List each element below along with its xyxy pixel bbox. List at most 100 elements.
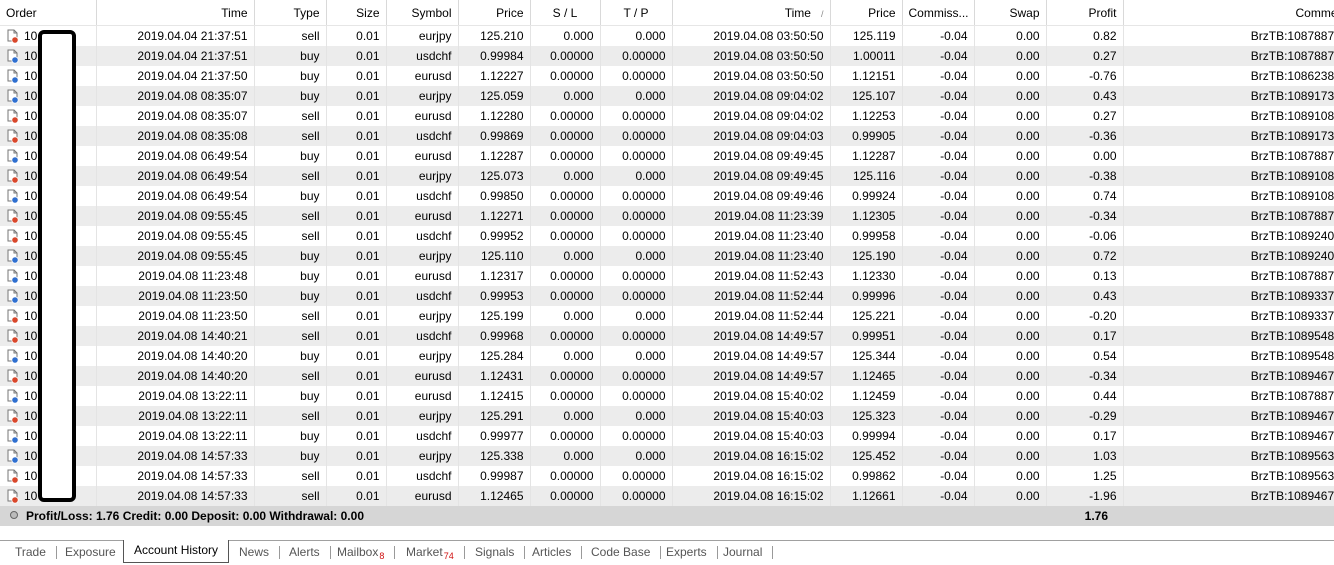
tab-alerts[interactable]: Alerts <box>279 544 331 562</box>
table-row[interactable]: 10 2019.04.08 14:40:21 sell 0.01 usdchf 0.999… <box>0 326 1334 346</box>
cell-profit: -0.38 <box>1046 166 1124 186</box>
cell-type: buy <box>254 446 327 466</box>
table-row[interactable]: 10 2019.04.08 14:40:20 buy 0.01 eurjpy 125.28… <box>0 346 1334 366</box>
cell-commission: -0.04 <box>902 266 975 286</box>
table-row[interactable]: 10 2019.04.08 14:57:33 sell 0.01 eurusd 1.124… <box>0 486 1334 506</box>
cell-take-profit: 0.00000 <box>600 186 673 206</box>
buy-order-icon <box>7 429 19 444</box>
cell-take-profit: 0.000 <box>600 446 673 466</box>
table-row[interactable]: 10 2019.04.08 14:57:33 sell 0.01 usdchf 0.999… <box>0 466 1334 486</box>
cell-open-time: 2019.04.08 14:40:20 <box>96 346 255 366</box>
order-number: 10 <box>24 349 38 364</box>
cell-close-time: 2019.04.08 03:50:50 <box>672 46 831 66</box>
tab-exposure[interactable]: Exposure <box>55 544 126 562</box>
cell-commission: -0.04 <box>902 406 975 426</box>
cell-swap: 0.00 <box>974 166 1047 186</box>
sell-order-icon <box>7 329 19 344</box>
cell-stop-loss: 0.00000 <box>530 266 601 286</box>
sell-order-icon <box>7 229 19 244</box>
cell-take-profit: 0.00000 <box>600 106 673 126</box>
cell-profit: 1.03 <box>1046 446 1124 466</box>
column-header-commission[interactable]: Commiss... <box>902 0 975 26</box>
cell-type: sell <box>254 25 327 46</box>
column-header-symbol[interactable]: Symbol <box>386 0 459 26</box>
summary-collapse-icon[interactable] <box>10 511 18 519</box>
table-row[interactable]: 10 2019.04.08 09:55:45 sell 0.01 usdchf 0.999… <box>0 226 1334 246</box>
tab-market[interactable]: Market74 <box>396 544 465 562</box>
cell-comment: BrzTB:108910853 <box>1123 166 1334 186</box>
tab-label: Account History <box>134 543 219 557</box>
cell-symbol: eurusd <box>386 106 459 126</box>
sell-order-icon <box>7 469 19 484</box>
column-header-open-time[interactable]: Time <box>96 0 255 26</box>
table-row[interactable]: 10 2019.04.04 21:37:51 sell 0.01 eurjpy 125.2… <box>0 25 1334 46</box>
table-row[interactable]: 10 2019.04.08 06:49:54 buy 0.01 usdchf 0.9985… <box>0 186 1334 206</box>
tab-code-base[interactable]: Code Base <box>581 544 662 562</box>
table-row[interactable]: 10 2019.04.08 14:57:33 buy 0.01 eurjpy 125.33… <box>0 446 1334 466</box>
cell-symbol: eurusd <box>386 266 459 286</box>
tab-account-history[interactable]: Account History <box>123 540 230 563</box>
table-row[interactable]: 10 2019.04.04 21:37:50 buy 0.01 eurusd 1.1222… <box>0 66 1334 86</box>
table-row[interactable]: 10 2019.04.08 06:49:54 sell 0.01 eurjpy 125.0… <box>0 166 1334 186</box>
cell-open-price: 1.12415 <box>458 386 531 406</box>
tab-news[interactable]: News <box>229 544 281 562</box>
table-row[interactable]: 10 2019.04.04 21:37:51 buy 0.01 usdchf 0.9998… <box>0 46 1334 66</box>
column-header-open-price[interactable]: Price <box>458 0 531 26</box>
cell-size: 0.01 <box>326 25 387 46</box>
cell-commission: -0.04 <box>902 66 975 86</box>
table-row[interactable]: 10 2019.04.08 14:40:20 sell 0.01 eurusd 1.124… <box>0 366 1334 386</box>
tab-label: Signals <box>475 545 515 559</box>
column-header-take-profit[interactable]: T / P <box>600 0 673 26</box>
table-row[interactable]: 10 2019.04.08 13:22:11 buy 0.01 usdchf 0.9997… <box>0 426 1334 446</box>
cell-profit: 0.44 <box>1046 386 1124 406</box>
column-header-size[interactable]: Size <box>326 0 387 26</box>
tab-label: Trade <box>15 545 46 559</box>
cell-commission: -0.04 <box>902 126 975 146</box>
cell-comment: BrzTB:108956300 <box>1123 446 1334 466</box>
cell-swap: 0.00 <box>974 406 1047 426</box>
column-header-swap[interactable]: Swap <box>974 0 1047 26</box>
column-header-profit[interactable]: Profit <box>1046 0 1124 26</box>
column-header-stop-loss[interactable]: S / L <box>530 0 601 26</box>
column-header-type[interactable]: Type <box>254 0 327 26</box>
tab-journal[interactable]: Journal <box>713 544 774 562</box>
buy-order-icon <box>7 349 19 364</box>
cell-type: buy <box>254 246 327 266</box>
table-row[interactable]: 10 2019.04.08 11:23:50 buy 0.01 usdchf 0.9995… <box>0 286 1334 306</box>
cell-commission: -0.04 <box>902 326 975 346</box>
table-row[interactable]: 10 2019.04.08 09:55:45 sell 0.01 eurusd 1.122… <box>0 206 1334 226</box>
table-row[interactable]: 10 2019.04.08 09:55:45 buy 0.01 eurjpy 125.11… <box>0 246 1334 266</box>
account-history-table: Order Time Type Size Symbol Price S / L … <box>0 0 1334 506</box>
table-row[interactable]: 10 2019.04.08 11:23:50 sell 0.01 eurjpy 125.1… <box>0 306 1334 326</box>
tab-trade[interactable]: Trade <box>5 544 57 562</box>
cell-swap: 0.00 <box>974 46 1047 66</box>
column-header-close-time[interactable]: Time / <box>672 0 831 26</box>
sell-order-icon <box>7 309 19 324</box>
column-header-order[interactable]: Order <box>0 0 97 26</box>
table-row[interactable]: 10 2019.04.08 11:23:48 buy 0.01 eurusd 1.1231… <box>0 266 1334 286</box>
table-row[interactable]: 10 2019.04.08 08:35:07 sell 0.01 eurusd 1.122… <box>0 106 1334 126</box>
cell-close-price: 125.107 <box>830 86 903 106</box>
cell-close-time: 2019.04.08 14:49:57 <box>672 366 831 386</box>
cell-comment: BrzTB:108788795 <box>1123 146 1334 166</box>
table-row[interactable]: 10 2019.04.08 13:22:11 sell 0.01 eurjpy 125.2… <box>0 406 1334 426</box>
cell-open-time: 2019.04.08 08:35:08 <box>96 126 255 146</box>
cell-commission: -0.04 <box>902 386 975 406</box>
tab-experts[interactable]: Experts <box>656 544 718 562</box>
cell-swap: 0.00 <box>974 426 1047 446</box>
tab-mailbox[interactable]: Mailbox8 <box>327 544 396 562</box>
cell-type: buy <box>254 266 327 286</box>
column-header-close-price[interactable]: Price <box>830 0 903 26</box>
table-row[interactable]: 10 2019.04.08 06:49:54 buy 0.01 eurusd 1.1228… <box>0 146 1334 166</box>
table-row[interactable]: 10 2019.04.08 13:22:11 buy 0.01 eurusd 1.1241… <box>0 386 1334 406</box>
cell-open-price: 1.12227 <box>458 66 531 86</box>
cell-open-price: 125.059 <box>458 86 531 106</box>
table-row[interactable]: 10 2019.04.08 08:35:08 sell 0.01 usdchf 0.998… <box>0 126 1334 146</box>
cell-size: 0.01 <box>326 266 387 286</box>
cell-close-time: 2019.04.08 14:49:57 <box>672 346 831 366</box>
column-header-comment[interactable]: Comment <box>1123 0 1334 26</box>
tab-signals[interactable]: Signals <box>465 544 526 562</box>
cell-open-time: 2019.04.04 21:37:51 <box>96 25 255 46</box>
tab-articles[interactable]: Articles <box>522 544 583 562</box>
table-row[interactable]: 10 2019.04.08 08:35:07 buy 0.01 eurjpy 125.05… <box>0 86 1334 106</box>
